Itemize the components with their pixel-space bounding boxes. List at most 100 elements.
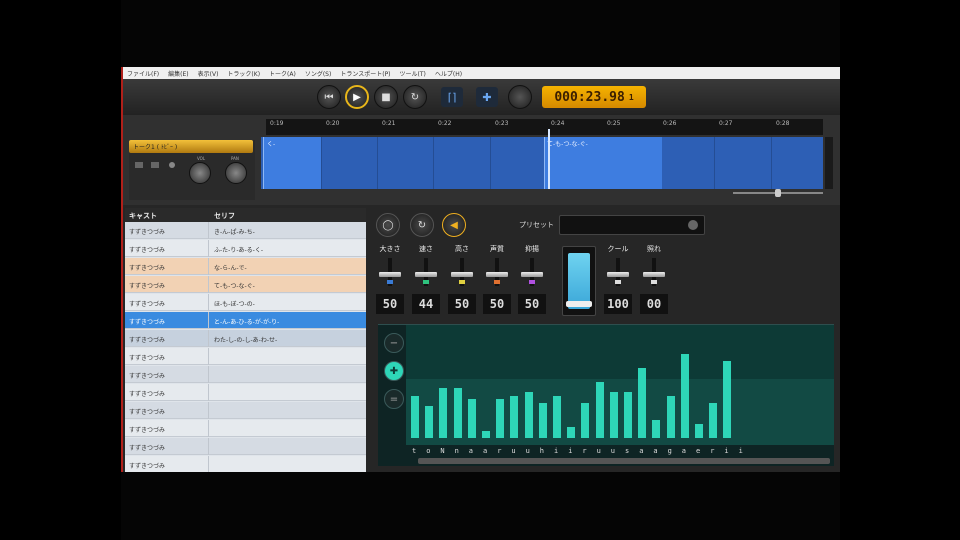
phoneme-level-bar[interactable] (624, 392, 632, 438)
table-row[interactable]: すずきつづみ ほ-も-ぼ-つ-の- (125, 294, 366, 311)
line-cell[interactable] (210, 366, 366, 383)
phoneme-level-bar[interactable] (666, 396, 675, 438)
cast-cell[interactable]: すずきつづみ (125, 366, 209, 383)
cast-cell[interactable]: すずきつづみ (125, 222, 209, 239)
phoneme-level-bar[interactable] (439, 388, 448, 438)
phoneme-level-bar[interactable] (595, 382, 604, 438)
time-ruler[interactable]: 0:19 0:20 0:21 0:22 0:23 0:24 0:25 0:26 … (266, 119, 823, 135)
phoneme-level-bar[interactable] (581, 403, 590, 438)
mute-icon[interactable] (135, 162, 143, 168)
table-row[interactable]: すずきつづみ と-ん-あ-ひ-る-が-が-り- (125, 312, 366, 329)
table-row[interactable]: すずきつづみ き-ん-ぱ-み-ち- (125, 222, 366, 239)
param-value[interactable]: 50 (483, 294, 511, 314)
phoneme-level-bar[interactable] (482, 431, 490, 438)
cast-cell[interactable]: すずきつづみ (125, 348, 209, 365)
menu-help[interactable]: ヘルプ(H) (435, 69, 462, 78)
minus-icon[interactable]: − (384, 333, 404, 353)
table-row[interactable]: すずきつづみ (125, 420, 366, 437)
menu-transport[interactable]: トランスポート(P) (340, 69, 390, 78)
param-thumb[interactable] (451, 272, 473, 277)
phoneme-level-bar[interactable] (524, 392, 533, 438)
track-header[interactable]: トーク1 ( ﾄﾋﾞｰ ) VOL PAN (129, 140, 255, 200)
phoneme-level-bar[interactable] (652, 420, 661, 438)
preset-select[interactable] (559, 215, 705, 235)
cast-cell[interactable]: すずきつづみ (125, 312, 209, 329)
phoneme-level-bar[interactable] (709, 403, 718, 438)
param-slider[interactable]: 大きさ 50 (376, 244, 404, 316)
record-icon[interactable] (169, 162, 175, 168)
line-cell[interactable]: ふ-た-り-あ-る-く- (210, 240, 366, 257)
menu-talk[interactable]: トーク(A) (269, 69, 296, 78)
table-row[interactable]: すずきつづみ わた-し-の-し-あ-わ-せ- (125, 330, 366, 347)
track-lane[interactable]: く- て-も-つ-な-ぐ- (261, 137, 823, 189)
cast-cell[interactable]: すずきつづみ (125, 402, 209, 419)
line-cell[interactable] (210, 402, 366, 419)
param-value[interactable]: 00 (640, 294, 668, 314)
param-thumb[interactable] (643, 272, 665, 277)
cast-cell[interactable]: すずきつづみ (125, 384, 209, 401)
skip-back-button[interactable]: ⏮ (317, 85, 341, 109)
table-row[interactable]: すずきつづみ (125, 348, 366, 365)
phoneme-scrollbar[interactable] (418, 458, 830, 464)
cast-cell[interactable]: すずきつづみ (125, 438, 209, 455)
line-cell[interactable] (210, 420, 366, 437)
phoneme-level-bar[interactable] (425, 406, 434, 438)
line-cell[interactable]: て-も-つ-な-ぐ- (210, 276, 366, 293)
metronome-icon[interactable] (508, 85, 532, 109)
line-cell[interactable]: わた-し-の-し-あ-わ-せ- (210, 330, 366, 347)
table-row[interactable]: すずきつづみ て-も-つ-な-ぐ- (125, 276, 366, 293)
table-row[interactable]: すずきつづみ (125, 384, 366, 401)
track-name-label[interactable]: トーク1 ( ﾄﾋﾞｰ ) (129, 140, 253, 153)
loop-button[interactable]: ↻ (403, 85, 427, 109)
header-cast[interactable]: キャスト (129, 211, 157, 221)
line-cell[interactable] (210, 438, 366, 455)
param-thumb[interactable] (486, 272, 508, 277)
phoneme-level-bar[interactable] (638, 368, 647, 438)
phoneme-level-bar[interactable] (723, 361, 732, 438)
param-slider[interactable]: 抑揚 50 (518, 244, 546, 316)
phoneme-level-bar[interactable] (567, 427, 576, 438)
header-line[interactable]: セリフ (214, 211, 235, 221)
line-cell[interactable]: な-ら-ん-で- (210, 258, 366, 275)
table-row[interactable]: すずきつづみ (125, 438, 366, 455)
phoneme-level-bar[interactable] (538, 403, 547, 438)
range-bracket-button[interactable]: ⌈⌉ (441, 87, 463, 107)
stop-button[interactable]: ■ (374, 85, 398, 109)
target-icon[interactable]: ✚ (384, 361, 404, 381)
param-value[interactable]: 100 (604, 294, 632, 314)
line-cell[interactable]: ほ-も-ぼ-つ-の- (210, 294, 366, 311)
table-row[interactable]: すずきつづみ (125, 366, 366, 383)
cast-cell[interactable]: すずきつづみ (125, 276, 209, 293)
param-thumb[interactable] (415, 272, 437, 277)
snap-button[interactable]: ✚ (476, 87, 498, 107)
equal-icon[interactable]: = (384, 389, 404, 409)
param-slider[interactable]: 速さ 44 (412, 244, 440, 316)
menu-tools[interactable]: ツール(T) (400, 69, 426, 78)
table-row[interactable]: すずきつづみ ふ-た-り-あ-る-く- (125, 240, 366, 257)
pan-knob[interactable] (225, 162, 247, 184)
zoom-slider-thumb[interactable] (775, 189, 781, 197)
table-row[interactable]: すずきつづみ (125, 456, 366, 472)
line-cell[interactable] (210, 384, 366, 401)
refresh-icon[interactable]: ↻ (410, 213, 434, 237)
playhead[interactable] (548, 129, 550, 189)
param-value[interactable]: 50 (448, 294, 476, 314)
param-slider[interactable]: 声質 50 (483, 244, 511, 316)
play-button[interactable]: ▶ (345, 85, 369, 109)
param-value[interactable]: 44 (412, 294, 440, 314)
cast-cell[interactable]: すずきつづみ (125, 456, 209, 472)
speaker-icon[interactable]: ◀ (442, 213, 466, 237)
param-slider[interactable]: クール 100 (604, 244, 632, 316)
phoneme-level-bar[interactable] (680, 354, 689, 438)
volume-meter[interactable] (562, 246, 596, 316)
phoneme-level-bar[interactable] (609, 392, 618, 438)
speech-bubble-icon[interactable]: ◯ (376, 213, 400, 237)
preset-menu-icon[interactable] (688, 220, 698, 230)
table-row[interactable]: すずきつづみ (125, 402, 366, 419)
line-cell[interactable] (210, 348, 366, 365)
param-value[interactable]: 50 (376, 294, 404, 314)
phoneme-level-bar[interactable] (411, 396, 419, 438)
param-value[interactable]: 50 (518, 294, 546, 314)
cast-cell[interactable]: すずきつづみ (125, 420, 209, 437)
menu-view[interactable]: 表示(V) (198, 69, 219, 78)
